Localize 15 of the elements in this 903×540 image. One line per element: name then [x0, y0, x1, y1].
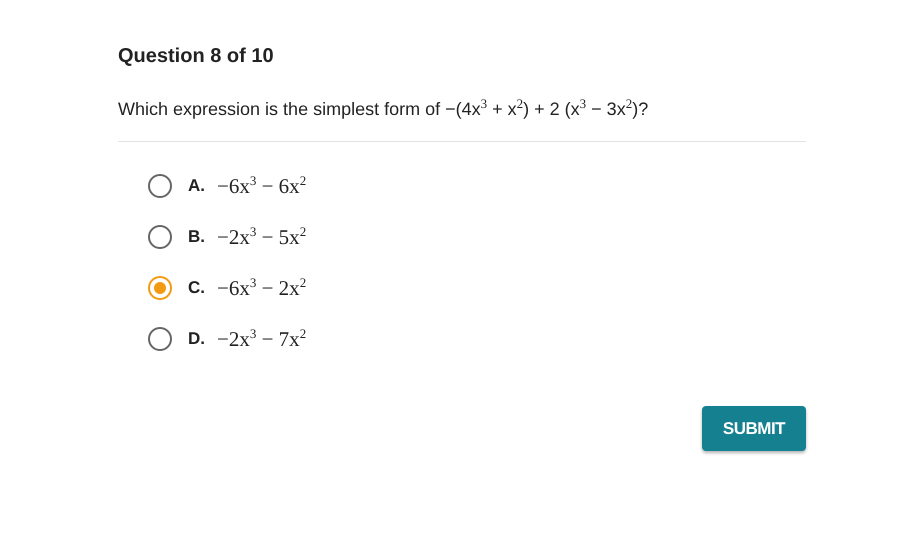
option-expression: −2x$^{3}$ − 7x$^{2}$: [217, 326, 306, 352]
option-letter: A.: [188, 176, 205, 196]
question-title: Question 8 of 10: [118, 44, 275, 69]
option-expression: −6x$^{3}$ − 2x$^{2}$: [217, 274, 306, 300]
submit-button[interactable]: SUBMIT: [702, 406, 806, 451]
option-expression: −6x$^{3}$ − 6x$^{2}$: [217, 172, 306, 198]
option-letter: D.: [188, 328, 205, 348]
option-letter: C.: [188, 278, 205, 298]
radio-button[interactable]: [148, 276, 172, 300]
question-text: Which expression is the simplest form of −(4x$^{3}$ + x$^{2}$) + 2 (x$^{3}$ − 3x$^{2}$)?: [118, 95, 650, 121]
radio-button[interactable]: [148, 174, 172, 198]
option-expression: −2x$^{3}$ − 5x$^{2}$: [217, 224, 306, 250]
radio-button[interactable]: [148, 326, 172, 350]
radio-button[interactable]: [148, 224, 172, 248]
option-letter: B.: [188, 226, 205, 246]
